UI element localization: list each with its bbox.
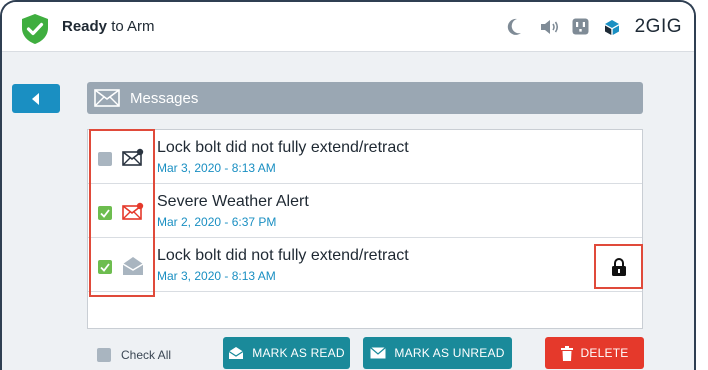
delete-label: DELETE	[580, 346, 629, 360]
checkmark-icon	[100, 263, 110, 272]
app-window: Ready to Arm 2GIG Messages Lock bolt did…	[0, 0, 696, 370]
checkmark-icon	[100, 209, 110, 218]
delete-button[interactable]: DELETE	[545, 337, 644, 369]
mark-as-read-button[interactable]: MARK AS READ	[223, 337, 350, 369]
alert-envelope-icon	[122, 202, 144, 220]
arm-status[interactable]: Ready to Arm	[62, 18, 155, 35]
trash-icon	[560, 345, 573, 361]
message-title: Lock bolt did not fully extend/retract	[157, 139, 409, 156]
closed-envelope-icon	[370, 347, 387, 359]
speaker-icon[interactable]	[540, 19, 560, 35]
brand-logo-icon	[605, 20, 619, 35]
message-list: Lock bolt did not fully extend/retract M…	[87, 129, 643, 329]
row-checkbox-checked[interactable]	[98, 260, 112, 274]
mark-as-read-label: MARK AS READ	[252, 346, 345, 360]
message-date: Mar 3, 2020 - 8:13 AM	[157, 269, 276, 283]
open-envelope-icon	[228, 346, 244, 360]
main-content: Messages Lock bolt did not fully extend/…	[2, 53, 694, 370]
message-title: Lock bolt did not fully extend/retract	[157, 247, 409, 264]
message-date: Mar 3, 2020 - 8:13 AM	[157, 161, 276, 175]
message-date: Mar 2, 2020 - 6:37 PM	[157, 215, 277, 229]
check-all-checkbox[interactable]	[97, 348, 111, 362]
page-title: Messages	[130, 89, 199, 107]
read-envelope-icon	[122, 257, 144, 275]
message-title: Severe Weather Alert	[157, 193, 309, 210]
lock-icon	[611, 257, 626, 276]
arm-status-rest: to Arm	[107, 18, 155, 35]
mark-as-unread-label: MARK AS UNREAD	[394, 346, 505, 360]
outlet-icon[interactable]	[572, 18, 589, 35]
top-bar: Ready to Arm 2GIG	[2, 2, 694, 52]
messages-title-bar: Messages	[87, 82, 643, 114]
unread-envelope-icon	[122, 148, 144, 166]
back-arrow-icon	[32, 92, 39, 105]
message-row[interactable]: Lock bolt did not fully extend/retract M…	[88, 238, 642, 292]
moon-icon[interactable]	[506, 18, 522, 36]
row-checkbox[interactable]	[98, 152, 112, 166]
arm-status-bold: Ready	[62, 18, 108, 35]
mark-as-unread-button[interactable]: MARK AS UNREAD	[363, 337, 512, 369]
row-checkbox-checked[interactable]	[98, 206, 112, 220]
brand-name: 2GIG	[634, 16, 682, 37]
envelope-icon	[94, 89, 120, 107]
message-row[interactable]: Lock bolt did not fully extend/retract M…	[88, 130, 642, 184]
check-all-label[interactable]: Check All	[121, 348, 171, 362]
back-button[interactable]	[12, 84, 60, 113]
action-bar: Check All MARK AS READ MARK AS UNREAD DE…	[2, 337, 694, 370]
lock-highlight[interactable]	[594, 244, 643, 289]
message-row[interactable]: Severe Weather Alert Mar 2, 2020 - 6:37 …	[88, 184, 642, 238]
shield-check-icon	[22, 14, 48, 44]
